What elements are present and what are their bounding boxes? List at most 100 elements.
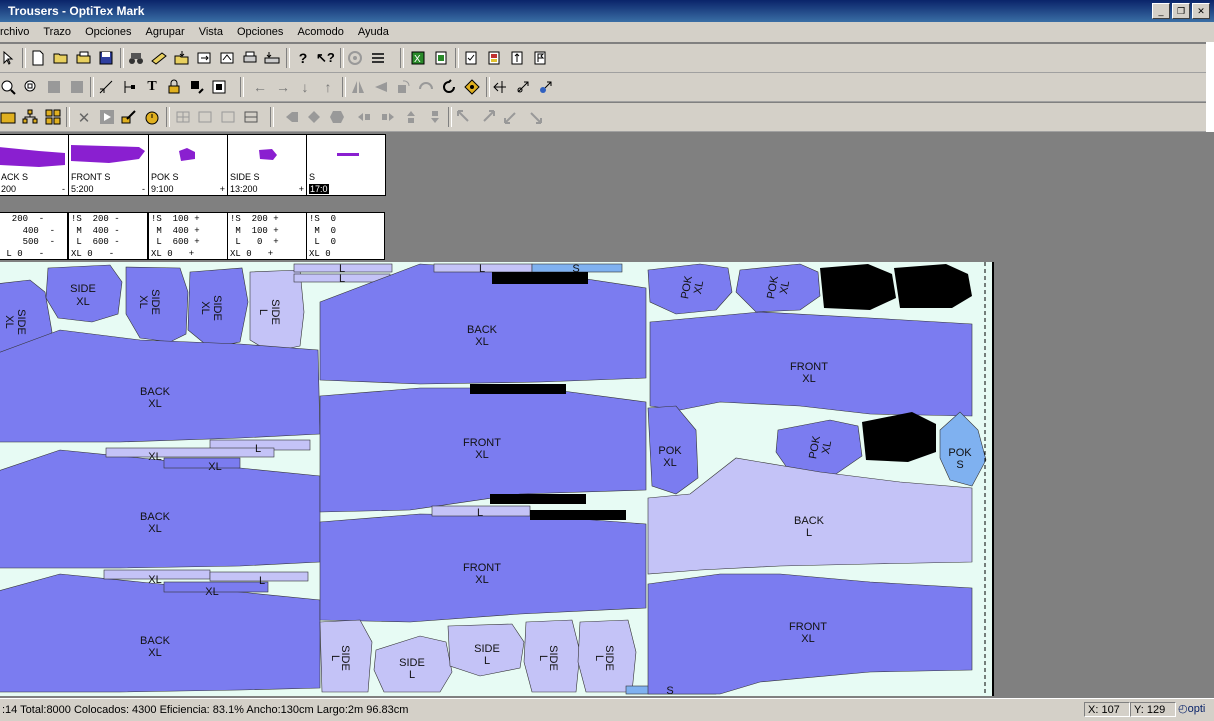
group-icon[interactable] (0, 109, 16, 125)
piece-label: L (537, 655, 549, 661)
fit-all-icon[interactable] (46, 79, 62, 95)
move-left-tool-icon[interactable] (492, 79, 508, 95)
text-tool-icon[interactable]: T (144, 79, 160, 95)
check-doc-icon[interactable] (463, 50, 479, 66)
doc-flag-icon[interactable] (532, 50, 548, 66)
context-help-icon[interactable]: ↖? (316, 50, 335, 66)
menu-ayuda[interactable]: Ayuda (351, 26, 396, 38)
minimize-button[interactable]: _ (1152, 3, 1170, 19)
piece-label: FRONT (790, 361, 828, 373)
plotter-icon[interactable] (264, 50, 280, 66)
print-export-icon[interactable] (219, 50, 235, 66)
layout2-icon[interactable] (220, 109, 236, 125)
settings-icon[interactable] (370, 50, 386, 66)
lock-icon[interactable] (166, 79, 182, 95)
help-icon[interactable]: ? (295, 50, 311, 66)
export-icon[interactable] (196, 50, 212, 66)
excel-icon[interactable]: X (410, 50, 426, 66)
align-icon[interactable] (211, 79, 227, 95)
toolbar-main: ? ↖? X (0, 44, 1214, 73)
zoom-in-icon[interactable] (0, 79, 16, 95)
menu-opciones-2[interactable]: Opciones (230, 26, 290, 38)
arrow-left-icon[interactable]: ← (252, 79, 268, 95)
layout-icon[interactable] (197, 109, 213, 125)
restore-button[interactable]: ❐ (1172, 3, 1190, 19)
nudge-down-icon[interactable] (427, 109, 443, 125)
strip-label: L (339, 273, 345, 285)
piece-card-side[interactable]: SIDE S 13:200 + (227, 134, 308, 196)
save-icon[interactable] (98, 50, 114, 66)
arrow-right-icon[interactable]: → (275, 79, 291, 95)
size-table-front[interactable]: !S 200 - M 400 - L 600 - XL 0 - (68, 212, 148, 260)
nudge-up-icon[interactable] (403, 109, 419, 125)
size-table-side[interactable]: !S 200 + M 100 + L 0 + XL 0 + (227, 212, 307, 260)
binoculars-icon[interactable] (128, 50, 144, 66)
corner-br-icon[interactable] (527, 109, 543, 125)
close-button[interactable]: ✕ (1192, 3, 1210, 19)
menu-archivo[interactable]: rchivo (0, 26, 36, 38)
marker-layout[interactable]: SIDE XL SIDE XL SIDE XL SIDE XL SIDE L B… (0, 262, 992, 696)
piece-label: SIDE (70, 283, 96, 295)
import-icon[interactable] (174, 50, 190, 66)
nudge-left-icon[interactable] (356, 109, 372, 125)
printer-icon[interactable] (242, 50, 258, 66)
timer-icon[interactable] (144, 109, 160, 125)
new-file-icon[interactable] (30, 50, 46, 66)
diamond-icon[interactable] (464, 79, 480, 95)
report-icon[interactable] (433, 50, 449, 66)
menu-acomodo[interactable]: Acomodo (290, 26, 350, 38)
size-table-s[interactable]: !S 0 M 0 L 0 XL 0 (306, 212, 385, 260)
size-table-back[interactable]: 200 - 400 - 500 - L 0 - (0, 212, 68, 260)
corner-bl-icon[interactable] (503, 109, 519, 125)
pointer-tool-icon[interactable] (0, 50, 16, 66)
hierarchy-icon[interactable] (22, 109, 38, 125)
color-doc-icon[interactable] (486, 50, 502, 66)
menu-opciones[interactable]: Opciones (78, 26, 138, 38)
shape-diamond-icon[interactable] (306, 109, 322, 125)
dark-piece (820, 264, 896, 310)
flip-vertical-icon[interactable] (373, 79, 389, 95)
fit-marker-icon[interactable] (69, 79, 85, 95)
open-folder-icon[interactable] (53, 50, 69, 66)
rotate-piece-icon[interactable] (189, 79, 205, 95)
menu-vista[interactable]: Vista (192, 26, 230, 38)
piece-label: XL (148, 523, 161, 535)
piece-card-front[interactable]: FRONT S 5:200 - (68, 134, 149, 196)
measure-icon[interactable] (98, 79, 114, 95)
piece-label: SIDE (399, 657, 425, 669)
rotate-90-icon[interactable] (395, 79, 411, 95)
open-multiple-icon[interactable] (76, 50, 92, 66)
refresh-icon[interactable] (441, 79, 457, 95)
shape-left-icon[interactable] (284, 109, 300, 125)
target-icon[interactable] (347, 50, 363, 66)
shape-hex-icon[interactable] (329, 109, 345, 125)
delete-icon[interactable]: ✕ (76, 109, 92, 127)
menu-agrupar[interactable]: Agrupar (139, 26, 192, 38)
doc-arrows-icon[interactable] (509, 50, 525, 66)
rotate-180-icon[interactable] (418, 79, 434, 95)
piece-card-pok[interactable]: POK S 9:100 + (148, 134, 229, 196)
nudge-right-icon[interactable] (380, 109, 396, 125)
arrow-up-icon[interactable]: ↑ (320, 79, 336, 95)
y-coordinate: Y: 129 (1130, 702, 1176, 717)
edit-piece-icon[interactable] (121, 109, 137, 125)
menu-trazo[interactable]: Trazo (36, 26, 78, 38)
table-icon[interactable] (175, 109, 191, 125)
auto-nest-icon[interactable] (538, 79, 554, 95)
layout3-icon[interactable] (243, 109, 259, 125)
piece-card-s[interactable]: S 17:0 (306, 134, 386, 196)
corner-tl-icon[interactable] (456, 109, 472, 125)
piece-name: FRONT S (71, 172, 111, 182)
corner-tr-icon[interactable] (480, 109, 496, 125)
arrow-down-icon[interactable]: ↓ (297, 79, 313, 95)
multi-group-icon[interactable] (45, 109, 61, 125)
size-table-pok[interactable]: !S 100 + M 400 + L 600 + XL 0 + (148, 212, 228, 260)
play-icon[interactable] (99, 109, 115, 125)
flip-horizontal-icon[interactable] (350, 79, 366, 95)
drag-tool-icon[interactable] (515, 79, 531, 95)
zoom-window-icon[interactable] (23, 79, 39, 95)
ruler-icon[interactable] (151, 50, 167, 66)
piece-card-back[interactable]: ACK S 200 - (0, 134, 69, 196)
grade-icon[interactable] (121, 79, 137, 95)
marker-canvas[interactable]: SIDE XL SIDE XL SIDE XL SIDE XL SIDE L B… (0, 262, 994, 696)
